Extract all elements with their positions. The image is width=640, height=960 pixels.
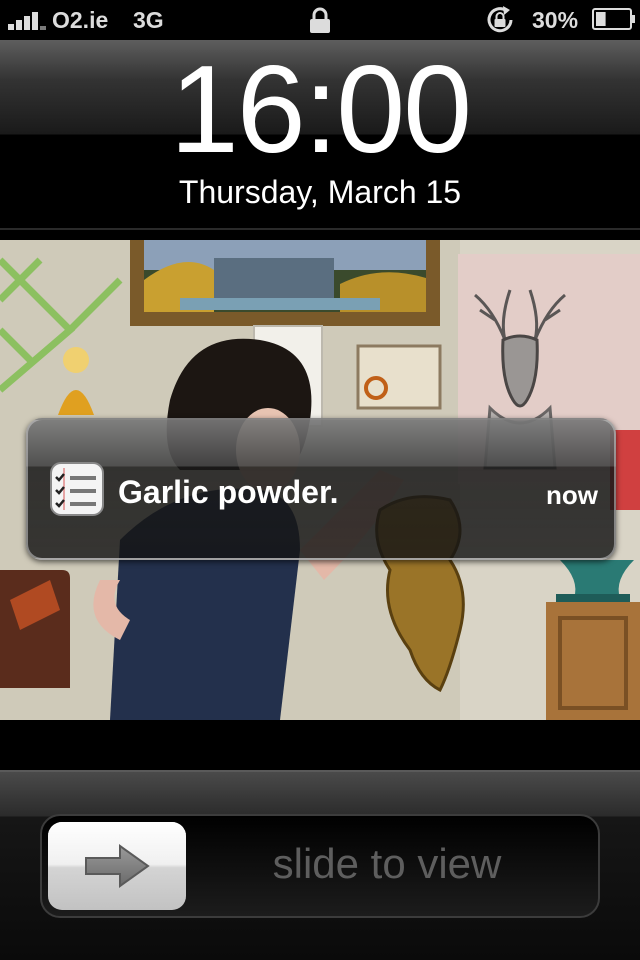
carrier-name: O2.ie xyxy=(52,7,109,33)
network-type: 3G xyxy=(133,7,164,33)
lock-icon xyxy=(310,7,330,33)
status-bar: O2.ie 3G 30% xyxy=(0,0,640,40)
slider-knob[interactable] xyxy=(48,822,186,910)
arrow-right-icon xyxy=(85,844,150,888)
slider-panel: slide to view xyxy=(0,770,640,960)
signal-bars-icon xyxy=(8,10,48,30)
lock-screen: O2.ie 3G 30% 16:00 Thursday, March 15 Ga… xyxy=(0,0,640,960)
slider-label: slide to view xyxy=(272,840,502,887)
clock-time: 16:00 xyxy=(169,41,472,179)
notification-time: now xyxy=(546,480,598,510)
clock-date: Thursday, March 15 xyxy=(178,174,462,210)
clock-panel: 16:00 Thursday, March 15 xyxy=(0,40,640,230)
reminders-icon xyxy=(50,462,104,516)
rotation-lock-icon xyxy=(487,6,513,33)
slide-to-view-track[interactable]: slide to view xyxy=(40,814,600,918)
battery-icon xyxy=(592,8,635,30)
battery-percent: 30% xyxy=(532,7,579,33)
notification-message: Garlic powder. xyxy=(118,474,339,510)
notification-banner[interactable]: Garlic powder. now xyxy=(26,418,616,560)
